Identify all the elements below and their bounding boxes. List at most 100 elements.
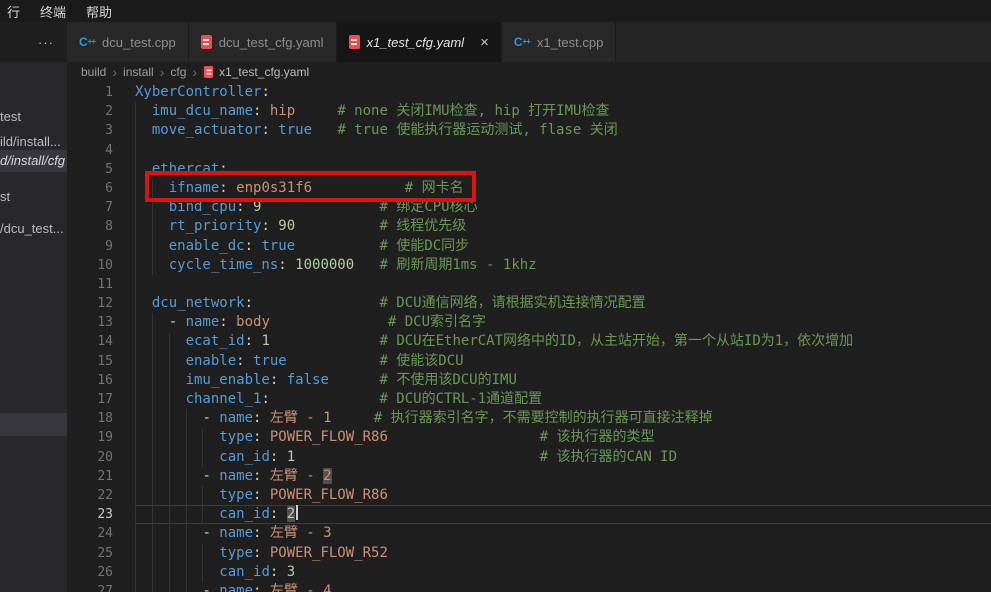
code-line-18[interactable]: 18 - name: 左臂 - 1 # 执行器索引名字，不需要控制的执行器可直接… [67,409,991,428]
line-content: - name: 左臂 - 2 [135,467,991,486]
line-content [135,275,991,294]
line-content: rt_priority: 90 # 线程优先级 [135,217,991,236]
line-content: enable_dc: true # 使能DC同步 [135,237,991,256]
line-number: 26 [67,563,135,582]
line-content: bind_cpu: 9 # 绑定CPU核心 [135,198,991,217]
line-content: imu_dcu_name: hip # none 关闭IMU检查, hip 打开… [135,102,991,121]
menu-item-help[interactable]: 帮助 [86,2,112,21]
code-line-1[interactable]: 1XyberController: [67,83,991,102]
line-number: 19 [67,428,135,447]
code-line-16[interactable]: 16 imu_enable: false # 不使用该DCU的IMU [67,371,991,390]
sidebar-item[interactable]: st [0,186,67,208]
code-line-12[interactable]: 12 dcu_network: # DCU通信网络，请根据实机连接情况配置 [67,294,991,313]
line-number: 13 [67,313,135,332]
tab-bar: C++ dcu_test.cpp dcu_test_cfg.yaml x1_te… [67,22,991,62]
line-content: imu_enable: false # 不使用该DCU的IMU [135,371,991,390]
editor-group: C++ dcu_test.cpp dcu_test_cfg.yaml x1_te… [67,22,991,592]
menu-item-terminal[interactable]: 终端 [40,2,66,21]
line-content: XyberController: [135,83,991,102]
code-line-2[interactable]: 2 imu_dcu_name: hip # none 关闭IMU检查, hip … [67,102,991,121]
code-line-14[interactable]: 14 ecat_id: 1 # DCU在EtherCAT网络中的ID，从主站开始… [67,332,991,351]
line-number: 17 [67,390,135,409]
code-line-19[interactable]: 19 type: POWER_FLOW_R86 # 该执行器的类型 [67,428,991,447]
menu-item-run[interactable]: 行 [7,2,20,21]
line-content: can_id: 2 [135,505,991,524]
chevron-right-icon: › [192,65,197,79]
code-line-5[interactable]: 5 ethercat: [67,160,991,179]
close-icon[interactable]: × [480,35,489,50]
sidebar-item-selected-empty[interactable] [0,413,67,436]
code-line-13[interactable]: 13 - name: body # DCU索引名字 [67,313,991,332]
line-content: channel_1: # DCU的CTRL-1通道配置 [135,390,991,409]
sidebar-item[interactable]: test [0,106,67,128]
chevron-right-icon: › [112,65,117,79]
line-number: 22 [67,486,135,505]
code-line-26[interactable]: 26 can_id: 3 [67,563,991,582]
code-line-3[interactable]: 3 move_actuator: true # true 使能执行器运动测试, … [67,121,991,140]
breadcrumb: build › install › cfg › x1_test_cfg.yaml [67,62,991,82]
code-line-20[interactable]: 20 can_id: 1 # 该执行器的CAN ID [67,448,991,467]
code-line-4[interactable]: 4 [67,141,991,160]
code-line-7[interactable]: 7 bind_cpu: 9 # 绑定CPU核心 [67,198,991,217]
cpp-file-icon: C++ [79,35,95,49]
code-line-10[interactable]: 10 cycle_time_ns: 1000000 # 刷新周期1ms - 1k… [67,256,991,275]
line-number: 15 [67,352,135,371]
tab-x1-test-cfg-yaml[interactable]: x1_test_cfg.yaml × [337,22,502,62]
more-actions-icon[interactable]: ··· [38,35,54,50]
line-number: 9 [67,237,135,256]
code-editor[interactable]: 1XyberController:2 imu_dcu_name: hip # n… [67,82,991,592]
line-content: ifname: enp0s31f6 # 网卡名 [135,179,991,198]
text-cursor [296,505,298,520]
sidebar-item-selected[interactable]: d/install/cfg [0,150,67,172]
line-number: 25 [67,544,135,563]
line-number: 2 [67,102,135,121]
vscode-window: 行 终端 帮助 ··· test ild/install... d/instal… [0,0,991,592]
line-content [135,141,991,160]
tab-label: x1_test.cpp [537,35,604,50]
sidebar: ··· test ild/install... d/install/cfg st… [0,22,67,592]
tab-label: dcu_test_cfg.yaml [219,35,324,50]
code-line-25[interactable]: 25 type: POWER_FLOW_R52 [67,544,991,563]
breadcrumb-segment[interactable]: build [81,65,106,79]
tab-dcu-test-cfg-yaml[interactable]: dcu_test_cfg.yaml [189,22,337,62]
code-line-23[interactable]: 23 can_id: 2 [67,505,991,524]
breadcrumb-file[interactable]: x1_test_cfg.yaml [203,65,309,79]
line-number: 6 [67,179,135,198]
code-line-9[interactable]: 9 enable_dc: true # 使能DC同步 [67,237,991,256]
code-line-22[interactable]: 22 type: POWER_FLOW_R86 [67,486,991,505]
code-line-8[interactable]: 8 rt_priority: 90 # 线程优先级 [67,217,991,236]
line-content: can_id: 3 [135,563,991,582]
line-number: 5 [67,160,135,179]
code-line-6[interactable]: 6 ifname: enp0s31f6 # 网卡名 [67,179,991,198]
line-content: move_actuator: true # true 使能执行器运动测试, fl… [135,121,991,140]
tab-x1-test-cpp[interactable]: C++ x1_test.cpp [502,22,617,62]
code-line-21[interactable]: 21 - name: 左臂 - 2 [67,467,991,486]
line-number: 20 [67,448,135,467]
breadcrumb-segment[interactable]: install [123,65,154,79]
line-number: 8 [67,217,135,236]
line-content: enable: true # 使能该DCU [135,352,991,371]
code-line-11[interactable]: 11 [67,275,991,294]
line-number: 1 [67,83,135,102]
line-number: 10 [67,256,135,275]
sidebar-header: ··· [0,22,67,62]
sidebar-item[interactable]: /dcu_test... [0,218,67,240]
line-content: dcu_network: # DCU通信网络，请根据实机连接情况配置 [135,294,991,313]
code-line-15[interactable]: 15 enable: true # 使能该DCU [67,352,991,371]
code-line-27[interactable]: 27 - name: 左臂 - 4 [67,582,991,592]
line-number: 23 [67,505,135,524]
line-content: type: POWER_FLOW_R86 # 该执行器的类型 [135,428,991,447]
line-content: - name: body # DCU索引名字 [135,313,991,332]
code-line-17[interactable]: 17 channel_1: # DCU的CTRL-1通道配置 [67,390,991,409]
line-number: 4 [67,141,135,160]
breadcrumb-segment[interactable]: cfg [170,65,186,79]
line-content: - name: 左臂 - 3 [135,524,991,543]
line-number: 24 [67,524,135,543]
tab-dcu-test-cpp[interactable]: C++ dcu_test.cpp [67,22,189,62]
line-number: 3 [67,121,135,140]
yaml-file-icon [204,66,213,78]
yaml-file-icon [349,35,360,49]
line-number: 7 [67,198,135,217]
code-line-24[interactable]: 24 - name: 左臂 - 3 [67,524,991,543]
yaml-file-icon [201,35,212,49]
